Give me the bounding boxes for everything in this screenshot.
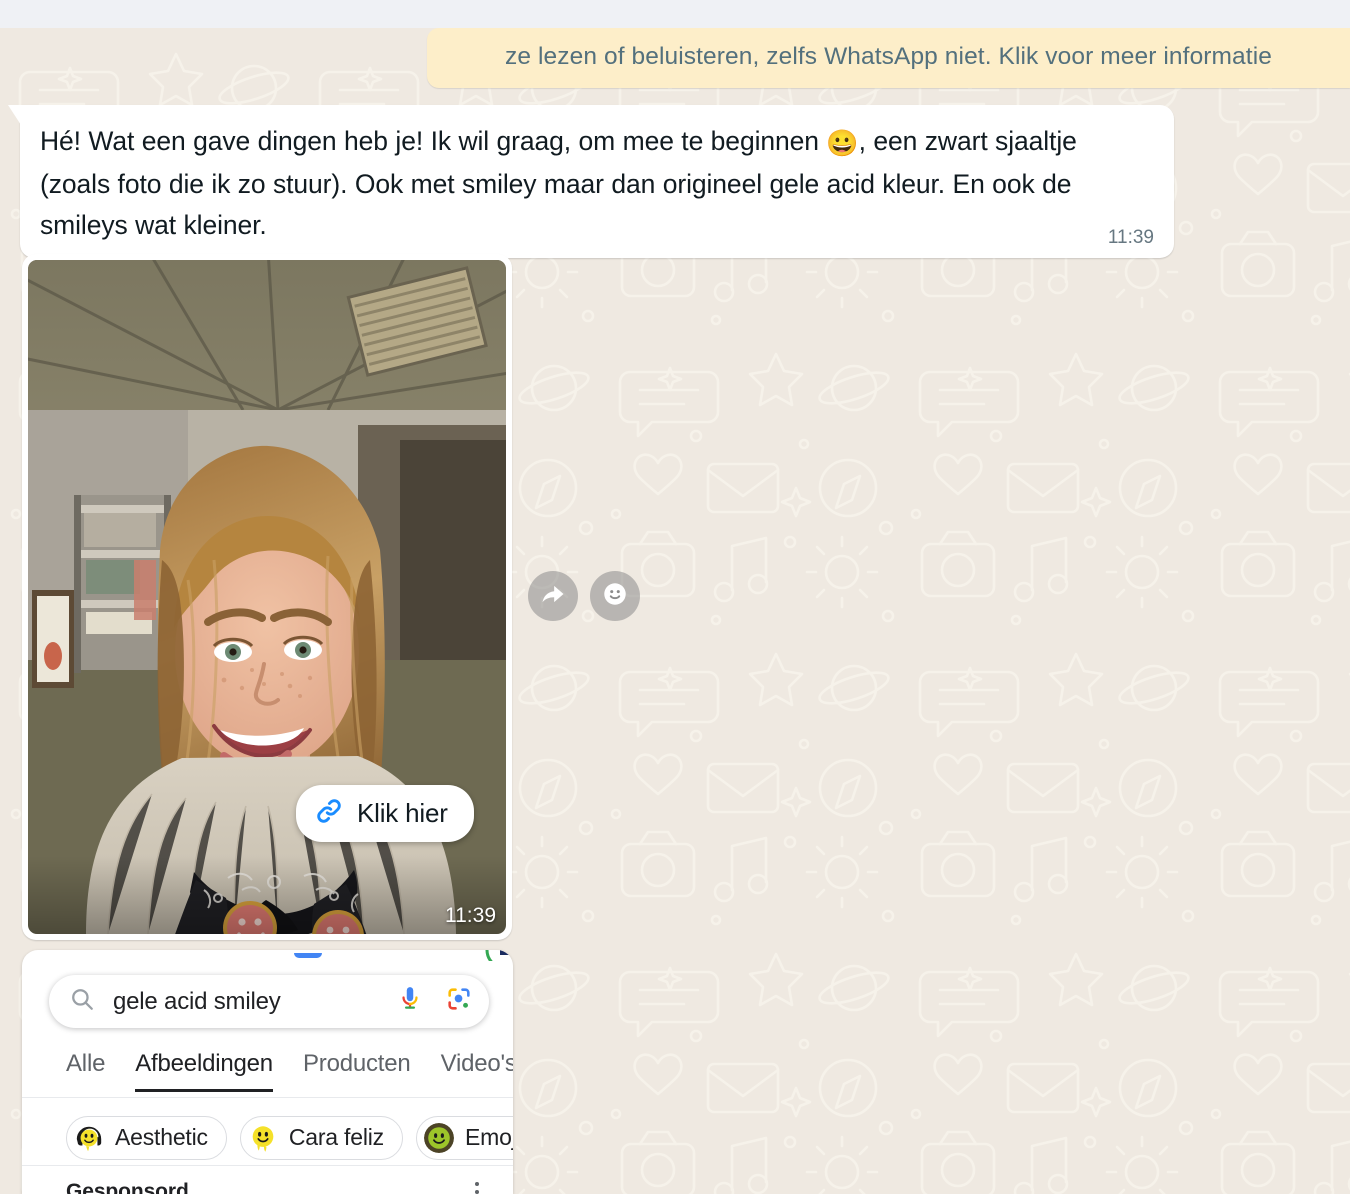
chip-aesthetic[interactable]: Aesthetic (66, 1115, 227, 1160)
forward-button[interactable] (528, 571, 578, 621)
google-filter-chips: Aesthetic Cara feliz Emo (22, 1110, 513, 1166)
clipped-avatar-ring (485, 950, 513, 961)
photo-timestamp: 11:39 (445, 904, 496, 927)
sponsored-row: Gesponsord (22, 1172, 513, 1194)
google-lens-icon[interactable] (445, 985, 473, 1018)
chip-cara-feliz-label: Cara feliz (288, 1124, 384, 1150)
smiley-headphones-icon (74, 1122, 104, 1153)
chip-aesthetic-label: Aesthetic (115, 1124, 208, 1150)
encryption-notice-text: ze lezen of beluisteren, zelfs WhatsApp … (505, 43, 1272, 70)
message-hover-actions (528, 571, 640, 621)
klik-hier-link-chip[interactable]: Klik hier (296, 785, 474, 842)
smiley-green-icon (423, 1122, 454, 1153)
google-search-panel[interactable]: gele acid smiley Alle Afbeeldingen Produ… (22, 950, 513, 1194)
whatsapp-chat-screen: ze lezen of beluisteren, zelfs WhatsApp … (0, 0, 1350, 1194)
clipped-blue-indicator (294, 953, 322, 958)
message-text: Hé! Wat een gave dingen heb je! Ik wil g… (40, 121, 1154, 246)
link-icon (314, 796, 344, 831)
google-search-bar[interactable]: gele acid smiley (49, 975, 489, 1028)
message-timestamp: 11:39 (1107, 227, 1154, 248)
chip-cara-feliz[interactable]: Cara feliz (239, 1115, 403, 1160)
grinning-face-emoji: 😀 (826, 128, 859, 158)
google-result-tabs: Alle Afbeeldingen Producten Video's Nie (22, 1050, 513, 1098)
emoji-reaction-icon (601, 580, 629, 613)
kebab-dot (475, 1182, 479, 1186)
system-top-strip (0, 0, 1350, 28)
chip-emojis[interactable]: Emojis (415, 1115, 513, 1160)
message-bubble-image[interactable]: Klik hier 11:39 (22, 254, 512, 940)
tab-afbeeldingen[interactable]: Afbeeldingen (135, 1050, 273, 1092)
kebab-dot (475, 1190, 479, 1194)
search-input[interactable]: gele acid smiley (113, 988, 397, 1016)
encryption-notice-banner[interactable]: ze lezen of beluisteren, zelfs WhatsApp … (427, 28, 1350, 88)
search-icon (69, 986, 95, 1017)
message-bubble-text[interactable]: Hé! Wat een gave dingen heb je! Ik wil g… (20, 105, 1174, 258)
tab-alle[interactable]: Alle (66, 1050, 105, 1089)
chip-emojis-label: Emojis (464, 1124, 513, 1150)
emoji-reaction-button[interactable] (590, 571, 640, 621)
forward-icon (539, 580, 567, 613)
tab-producten[interactable]: Producten (303, 1050, 411, 1089)
panel-top-clipped-elements (22, 950, 513, 961)
smiley-melting-icon (247, 1122, 278, 1153)
sponsored-label: Gesponsord (66, 1180, 189, 1194)
kebab-menu-icon[interactable] (471, 1178, 483, 1194)
message-text-part1: Hé! Wat een gave dingen heb je! Ik wil g… (40, 126, 827, 156)
klik-hier-label: Klik hier (357, 798, 448, 828)
tab-videos[interactable]: Video's (441, 1050, 513, 1089)
microphone-icon[interactable] (397, 985, 423, 1018)
